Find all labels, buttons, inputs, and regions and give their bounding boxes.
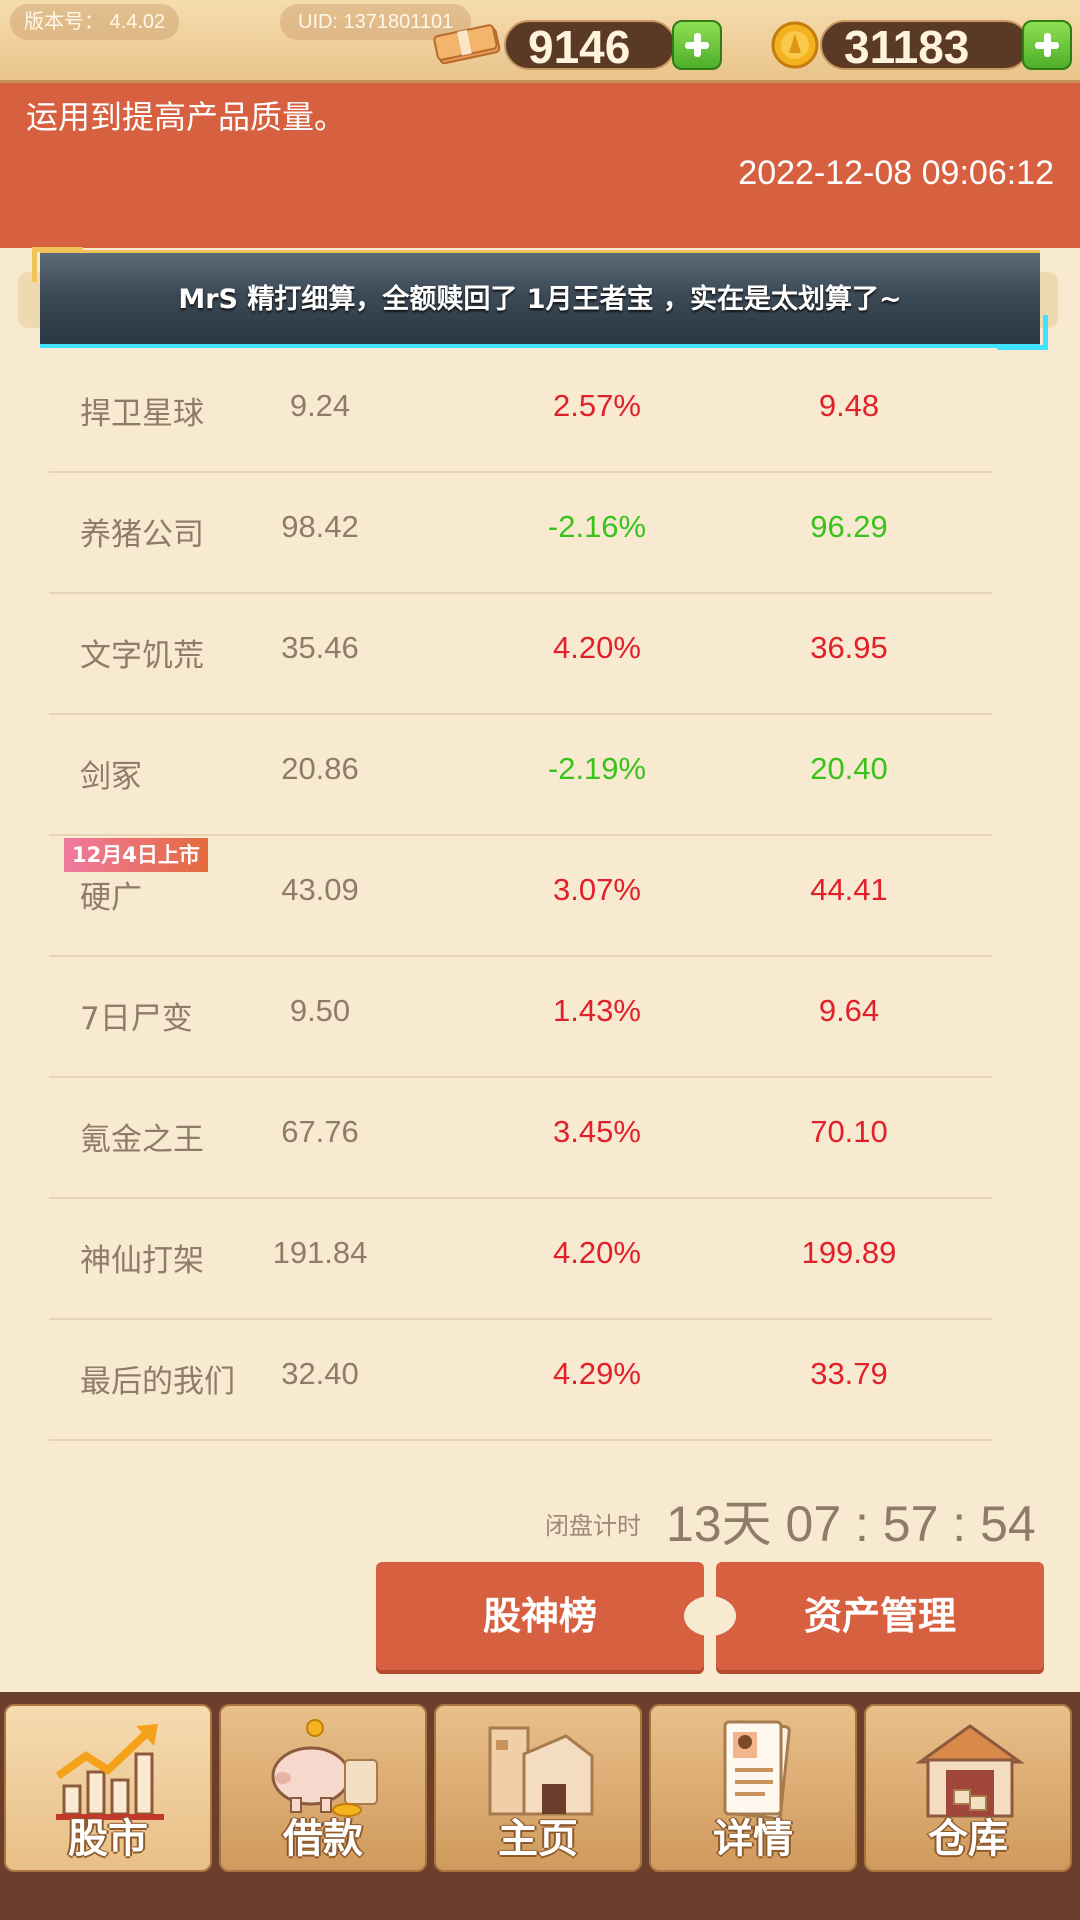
stock-price: 98.42 (281, 509, 359, 544)
gold-coin-icon (771, 21, 819, 69)
stock-change: -2.16% (547, 509, 647, 544)
stock-row[interactable]: 剑冢 20.86 -2.19% 20.40 (49, 715, 992, 836)
stock-target: 199.89 (801, 1235, 897, 1270)
stock-name: 硬广 (80, 880, 142, 916)
stock-row[interactable]: 7日尸变 9.50 1.43% 9.64 (49, 957, 992, 1078)
stock-row[interactable]: 捍卫星球 9.24 2.57% 9.48 (49, 352, 992, 473)
stock-name: 氪金之王 (80, 1122, 204, 1158)
button-connector (684, 1596, 736, 1636)
news-text: 运用到提高产品质量。 (26, 98, 347, 136)
stock-price: 35.46 (281, 630, 359, 665)
close-countdown-time: 13天 07 : 57 : 54 (666, 1496, 1036, 1552)
news-timestamp: 2022-12-08 09:06:12 (738, 154, 1054, 192)
nav-label: 借款 (283, 1816, 363, 1862)
version-label: 版本号： 4.4.02 (10, 4, 180, 40)
stock-name: 7日尸变 (80, 1001, 193, 1037)
stock-name: 文字饥荒 (80, 638, 204, 674)
news-banner: 运用到提高产品质量。 2022-12-08 09:06:12 (0, 80, 1080, 248)
stock-change: 3.07% (553, 872, 641, 907)
nav-label: 详情 (713, 1816, 793, 1862)
cash-value: 9146 (528, 21, 631, 73)
stock-target: 20.40 (810, 751, 888, 786)
stock-list: 捍卫星球 9.24 2.57% 9.48 养猪公司 98.42 -2.16% 9… (49, 352, 992, 1441)
stock-price: 43.09 (281, 872, 359, 907)
stock-price: 67.76 (281, 1114, 359, 1149)
stock-row[interactable]: 最后的我们 32.40 4.29% 33.79 (49, 1320, 992, 1441)
stock-target: 44.41 (810, 872, 888, 907)
stock-row[interactable]: 神仙打架 191.84 4.20% 199.89 (49, 1199, 992, 1320)
nav-details[interactable]: 详情 (649, 1704, 857, 1872)
stock-change: -2.19% (547, 751, 647, 786)
nav-label: 股市 (68, 1816, 148, 1862)
coin-value: 31183 (844, 21, 970, 73)
stock-price: 191.84 (272, 1235, 368, 1270)
nav-loan[interactable]: 借款 (219, 1704, 427, 1872)
stock-change: 4.29% (553, 1356, 641, 1391)
stock-price: 9.50 (289, 993, 351, 1028)
close-countdown-label: 闭盘计时 (545, 1512, 641, 1540)
stock-name: 养猪公司 (80, 517, 204, 553)
stock-row[interactable]: 12月4日上市 硬广 43.09 3.07% 44.41 (49, 836, 992, 957)
stock-target: 9.48 (818, 388, 880, 423)
add-coins-button[interactable] (1022, 20, 1072, 70)
nav-label: 仓库 (928, 1816, 1008, 1862)
stock-row[interactable]: 养猪公司 98.42 -2.16% 96.29 (49, 473, 992, 594)
stock-target: 33.79 (810, 1356, 888, 1391)
stock-name: 最后的我们 (80, 1364, 235, 1400)
stock-row[interactable]: 文字饥荒 35.46 4.20% 36.95 (49, 594, 992, 715)
top-status-bar: 版本号： 4.4.02 UID: 1371801101 9146 31183 (0, 0, 1080, 83)
asset-management-button[interactable]: 资产管理 (716, 1562, 1044, 1670)
stock-price: 9.24 (289, 388, 351, 423)
stock-name: 剑冢 (80, 759, 142, 795)
stock-name: 神仙打架 (80, 1243, 204, 1279)
notice-text: MrS 精打细算，全额赎回了 1月王者宝 ，实在是太划算了~ (178, 284, 902, 315)
stock-price: 32.40 (281, 1356, 359, 1391)
nav-label: 主页 (498, 1816, 578, 1862)
stock-change: 1.43% (553, 993, 641, 1028)
listing-date-badge: 12月4日上市 (64, 838, 208, 872)
stock-change: 4.20% (553, 630, 641, 665)
nav-home[interactable]: 主页 (434, 1704, 642, 1872)
bottom-navigation: 股市 借款 主页 详情 仓库 (0, 1692, 1080, 1920)
stock-target: 96.29 (810, 509, 888, 544)
stock-target: 70.10 (810, 1114, 888, 1149)
cash-stack-icon (433, 24, 501, 65)
stock-change: 2.57% (553, 388, 641, 423)
leaderboard-button[interactable]: 股神榜 (376, 1562, 704, 1670)
stock-name: 捍卫星球 (80, 396, 204, 432)
stock-target: 9.64 (818, 993, 880, 1028)
nav-warehouse[interactable]: 仓库 (864, 1704, 1072, 1872)
stock-change: 3.45% (553, 1114, 641, 1149)
notice-banner: MrS 精打细算，全额赎回了 1月王者宝 ，实在是太划算了~ (32, 247, 1048, 350)
nav-stock-market[interactable]: 股市 (4, 1704, 212, 1872)
coin-counter: 31183 (820, 20, 1030, 73)
add-cash-button[interactable] (672, 20, 722, 70)
stock-change: 4.20% (553, 1235, 641, 1270)
cash-counter: 9146 (504, 20, 676, 73)
stock-row[interactable]: 氪金之王 67.76 3.45% 70.10 (49, 1078, 992, 1199)
stock-target: 36.95 (810, 630, 888, 665)
stock-price: 20.86 (281, 751, 359, 786)
